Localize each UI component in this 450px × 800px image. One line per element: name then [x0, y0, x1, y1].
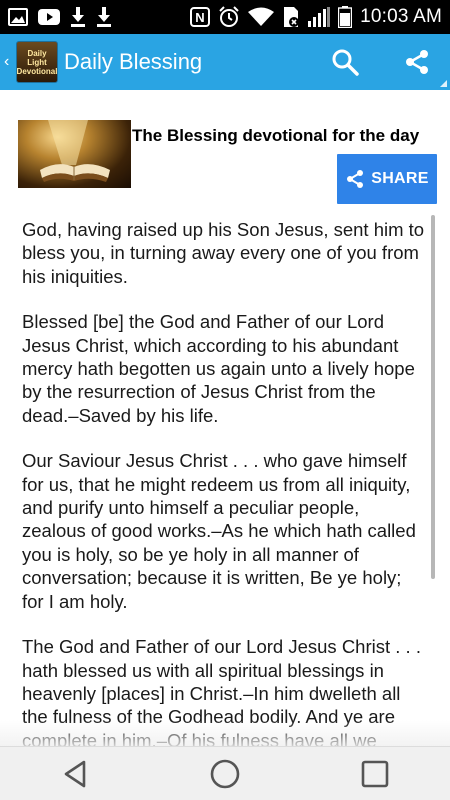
app-bar: ‹ Daily Light Devotional Daily Blessing	[0, 34, 450, 90]
logo-text-line2: Light	[27, 57, 47, 67]
paragraph: Blessed [be] the God and Father of our L…	[22, 311, 415, 426]
notification-icons	[0, 6, 112, 28]
app-bar-actions	[328, 45, 450, 87]
devotional-heading: The Blessing devotional for the day	[132, 126, 420, 145]
logo-text-line1: Daily	[27, 48, 47, 58]
wifi-icon	[248, 6, 275, 28]
share-icon	[406, 50, 428, 74]
search-button[interactable]	[328, 45, 362, 79]
scrollbar[interactable]	[431, 215, 435, 579]
download-icon	[96, 6, 112, 28]
download-icon	[70, 6, 86, 28]
back-icon	[64, 760, 86, 787]
paragraph: Our Saviour Jesus Christ . . . who gave …	[22, 450, 416, 612]
youtube-icon	[38, 6, 60, 28]
battery-icon	[338, 6, 353, 28]
system-icons: N 10:03 AM	[190, 6, 450, 28]
share-action-button[interactable]	[400, 45, 447, 87]
share-button-label: SHARE	[371, 170, 429, 187]
app-logo[interactable]: Daily Light Devotional	[16, 41, 58, 83]
scroll-fade	[0, 720, 450, 748]
devotional-text[interactable]: God, having raised up his Son Jesus, sen…	[22, 218, 430, 746]
svg-text:N: N	[195, 10, 204, 25]
overflow-indicator-icon	[440, 80, 447, 87]
signal-icon	[308, 6, 331, 28]
status-time: 10:03 AM	[360, 6, 442, 27]
back-chevron-icon[interactable]: ‹	[4, 53, 16, 71]
share-button[interactable]: SHARE	[337, 154, 437, 204]
bible-image	[18, 120, 131, 188]
sim-icon	[282, 6, 300, 28]
share-icon	[347, 170, 364, 188]
page-title: Daily Blessing	[64, 49, 203, 74]
search-icon	[332, 49, 359, 76]
status-bar: N 10:03 AM	[0, 0, 450, 34]
image-icon	[8, 6, 28, 28]
logo-text-line3: Devotional	[16, 66, 58, 76]
nav-home-button[interactable]	[195, 752, 255, 796]
home-icon	[210, 759, 240, 788]
paragraph: God, having raised up his Son Jesus, sen…	[22, 219, 425, 287]
nfc-icon: N	[190, 6, 211, 28]
alarm-icon	[218, 6, 240, 28]
nav-back-button[interactable]	[45, 752, 105, 796]
navigation-bar	[0, 746, 450, 800]
recents-icon	[361, 760, 389, 787]
nav-recents-button[interactable]	[345, 752, 405, 796]
